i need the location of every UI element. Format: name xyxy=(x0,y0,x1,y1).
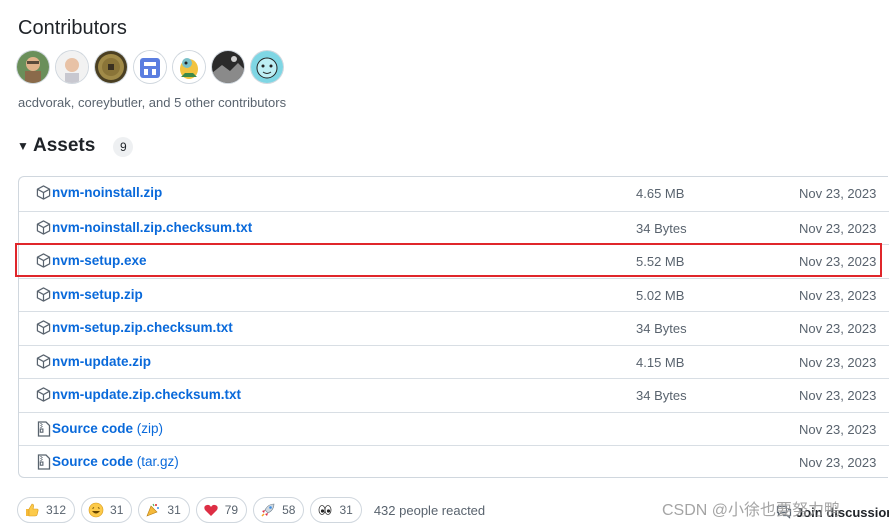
asset-name: nvm-setup.exe xyxy=(52,253,147,268)
asset-size: 34 Bytes xyxy=(636,388,687,403)
asset-date: Nov 23, 2023 xyxy=(799,221,877,236)
file-zip-icon xyxy=(37,421,51,437)
reaction-count: 31 xyxy=(167,503,181,517)
reactions-summary: 432 people reacted xyxy=(373,502,486,518)
reaction-button[interactable]: 58 xyxy=(253,497,305,523)
asset-link[interactable]: nvm-update.zip xyxy=(52,354,151,369)
asset-date: Nov 23, 2023 xyxy=(799,388,877,403)
asset-link[interactable]: nvm-setup.zip xyxy=(52,287,143,302)
asset-size: 5.52 MB xyxy=(636,254,685,269)
asset-size: 4.65 MB xyxy=(636,186,685,201)
reactions-bar: 312 31 31 79 58 31 432 people reacted xyxy=(17,497,485,523)
asset-date: Nov 23, 2023 xyxy=(799,288,877,303)
contributor-avatars xyxy=(17,51,283,83)
reaction-count: 312 xyxy=(46,503,67,517)
avatar[interactable] xyxy=(95,51,127,83)
package-icon xyxy=(36,253,51,269)
assets-header[interactable]: ▼ Assets 9 xyxy=(17,135,134,157)
asset-date: Nov 23, 2023 xyxy=(799,186,877,201)
asset-name: nvm-update.zip xyxy=(52,354,152,369)
asset-row: nvm-update.zip 4.15 MB Nov 23, 2023 xyxy=(19,345,889,378)
reaction-button[interactable]: 31 xyxy=(138,497,190,523)
assets-list: nvm-noinstall.zip 4.65 MB Nov 23, 2023 nvm-… xyxy=(18,176,889,478)
asset-size: 34 Bytes xyxy=(636,321,687,336)
thumbs-up-icon xyxy=(24,502,40,518)
comment-discussion-icon xyxy=(776,505,792,519)
file-zip-icon xyxy=(37,454,51,470)
rocket-icon xyxy=(260,502,276,518)
asset-name: nvm-setup.zip xyxy=(52,287,143,302)
package-icon xyxy=(36,387,51,403)
asset-name: Source code xyxy=(52,421,134,436)
asset-row: nvm-setup.exe 5.52 MB Nov 23, 2023 xyxy=(19,244,889,277)
asset-link[interactable]: nvm-update.zip.checksum.txt xyxy=(52,387,241,402)
asset-date: Nov 23, 2023 xyxy=(799,455,877,470)
asset-name: nvm-noinstall.zip.checksum.txt xyxy=(52,220,253,235)
asset-name-suffix: (zip) xyxy=(136,421,164,436)
package-icon xyxy=(36,320,51,336)
asset-link[interactable]: nvm-setup.zip.checksum.txt xyxy=(52,320,233,335)
assets-title[interactable]: Assets xyxy=(33,135,95,157)
avatar[interactable] xyxy=(212,51,244,83)
reaction-button[interactable]: 312 xyxy=(17,497,76,523)
caret-down-icon[interactable]: ▼ xyxy=(17,139,31,153)
asset-row: nvm-setup.zip 5.02 MB Nov 23, 2023 xyxy=(19,278,889,311)
join-discussion-button[interactable]: Join discussion xyxy=(728,498,889,526)
package-icon xyxy=(36,354,51,370)
reaction-count: 31 xyxy=(110,503,124,517)
reaction-count: 79 xyxy=(224,503,239,517)
asset-date: Nov 23, 2023 xyxy=(799,254,877,269)
package-icon xyxy=(36,220,51,236)
heart-icon xyxy=(203,502,219,518)
reaction-count: 31 xyxy=(339,503,353,517)
asset-size: 5.02 MB xyxy=(636,288,685,303)
package-icon xyxy=(36,287,51,303)
asset-link[interactable]: nvm-noinstall.zip.checksum.txt xyxy=(52,220,252,235)
asset-row: Source code (tar.gz) Nov 23, 2023 xyxy=(19,445,889,478)
contributors-summary: acdvorak, coreybutler, and 5 other contr… xyxy=(18,95,287,110)
asset-size: 34 Bytes xyxy=(636,221,687,236)
contributors-title: Contributors xyxy=(18,17,127,39)
asset-name-suffix: (tar.gz) xyxy=(136,454,179,469)
laugh-icon xyxy=(88,502,104,518)
asset-link[interactable]: nvm-noinstall.zip xyxy=(52,185,162,200)
hooray-icon xyxy=(145,502,161,518)
asset-date: Nov 23, 2023 xyxy=(799,321,877,336)
asset-name: nvm-setup.zip.checksum.txt xyxy=(52,320,233,335)
reaction-button[interactable]: 31 xyxy=(310,497,362,523)
reaction-button[interactable]: 31 xyxy=(81,497,133,523)
join-discussion-label: Join discussion xyxy=(796,504,889,520)
reaction-button[interactable]: 79 xyxy=(195,497,248,523)
avatar[interactable] xyxy=(17,51,49,83)
avatar[interactable] xyxy=(251,51,283,83)
asset-row: nvm-update.zip.checksum.txt 34 Bytes Nov 2… xyxy=(19,378,889,411)
asset-row: nvm-setup.zip.checksum.txt 34 Bytes Nov 23… xyxy=(19,311,889,344)
asset-link[interactable]: nvm-setup.exe xyxy=(52,253,147,268)
asset-name: Source code xyxy=(52,454,134,469)
avatar[interactable] xyxy=(56,51,88,83)
asset-link[interactable]: Source code (tar.gz) xyxy=(52,454,179,469)
assets-count-badge: 9 xyxy=(113,137,134,157)
asset-name: nvm-noinstall.zip xyxy=(52,185,163,200)
eyes-icon xyxy=(317,502,333,518)
asset-size: 4.15 MB xyxy=(636,355,685,370)
package-icon xyxy=(36,185,51,201)
asset-row: nvm-noinstall.zip 4.65 MB Nov 23, 2023 xyxy=(19,177,889,210)
asset-row: Source code (zip) Nov 23, 2023 xyxy=(19,412,889,445)
asset-date: Nov 23, 2023 xyxy=(799,355,877,370)
reaction-count: 58 xyxy=(282,503,296,517)
avatar[interactable] xyxy=(173,51,205,83)
asset-link[interactable]: Source code (zip) xyxy=(52,421,163,436)
asset-name: nvm-update.zip.checksum.txt xyxy=(52,387,242,402)
asset-row: nvm-noinstall.zip.checksum.txt 34 Bytes No… xyxy=(19,211,889,244)
asset-date: Nov 23, 2023 xyxy=(799,422,877,437)
avatar[interactable] xyxy=(134,51,166,83)
